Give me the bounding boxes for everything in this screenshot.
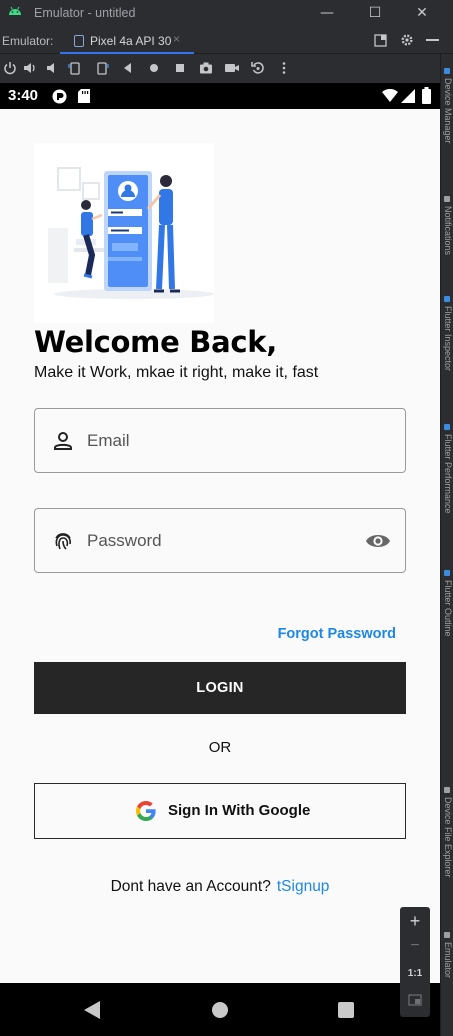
fingerprint-icon [55,533,71,550]
signal-icon [401,89,415,103]
device-manager-icon[interactable] [444,68,450,74]
signup-prompt: Dont have an Account? [110,878,271,895]
welcome-subtitle: Make it Work, mkae it right, make it, fa… [34,364,319,381]
side-label-flutter-performance[interactable]: Flutter Performance [443,434,453,514]
gear-icon[interactable] [400,33,414,47]
side-label-emulator[interactable]: Emulator [443,942,453,978]
signup-link[interactable]: tSignup [277,878,330,895]
side-tool-strip: Device Manager Notifications Flutter Ins… [440,54,453,1036]
status-bar: 3:40 [0,83,440,109]
record-icon[interactable] [224,60,240,76]
zoom-fit-icon[interactable] [408,994,422,1006]
signup-row: Dont have an Account? tSignup [0,878,440,896]
side-label-flutter-inspector[interactable]: Flutter Inspector [443,306,453,371]
side-label-notifications[interactable]: Notifications [443,206,453,255]
rotate-left-icon[interactable] [67,60,83,76]
rotate-right-icon[interactable] [94,60,110,76]
navigation-bar [0,983,440,1036]
android-icon [9,6,21,15]
wifi-icon [382,89,398,102]
tab-close-icon[interactable]: × [173,32,180,46]
google-icon [136,801,156,821]
maximize-button[interactable]: ☐ [364,4,386,22]
zoom-in-button[interactable]: + [400,911,430,932]
volume-down-icon[interactable] [44,60,60,76]
email-input[interactable] [87,423,357,459]
reset-icon[interactable] [250,60,266,76]
back-icon[interactable] [120,60,136,76]
visibility-toggle-icon[interactable] [365,530,391,552]
app-screen: Welcome Back, Make it Work, mkae it righ… [0,109,440,983]
window-title: Emulator - untitled [34,6,136,20]
side-label-device-file-explorer[interactable]: Device File Explorer [443,797,453,878]
nav-overview-icon[interactable] [338,1002,354,1018]
zoom-panel: + − 1:1 [400,907,430,1017]
home-icon[interactable] [146,60,162,76]
emulator-toolbar [0,55,453,82]
volume-up-icon[interactable] [22,60,38,76]
notifications-icon[interactable] [444,196,450,202]
or-divider: OR [208,739,232,756]
emulator-tab-row: Emulator: Pixel 4a API 30 × [0,28,453,54]
password-input[interactable] [87,523,357,559]
emulator-label: Emulator: [2,34,54,48]
device-icon [74,35,84,47]
close-button[interactable]: ✕ [411,4,433,22]
google-signin-button[interactable]: Sign In With Google [34,783,406,839]
welcome-heading: Welcome Back, [34,325,277,359]
minimize-icon[interactable] [426,39,439,42]
battery-icon [422,87,431,104]
login-illustration [34,143,214,323]
more-icon[interactable] [276,60,292,76]
sd-card-icon [78,89,90,103]
camera-icon[interactable] [198,60,214,76]
side-label-device-manager[interactable]: Device Manager [443,78,453,144]
login-button[interactable]: LOGIN [34,662,406,714]
google-button-label: Sign In With Google [168,802,311,819]
flutter-performance-icon[interactable] [444,424,450,430]
forgot-password-link[interactable]: Forgot Password [278,626,396,642]
app-notification-icon [52,89,67,104]
flutter-outline-icon[interactable] [444,570,450,576]
device-file-explorer-icon[interactable] [444,787,450,793]
overview-icon[interactable] [172,60,188,76]
password-field[interactable] [34,508,406,573]
tab-pixel-4a[interactable]: Pixel 4a API 30 × [60,28,194,54]
title-bar: Emulator - untitled — ☐ ✕ [0,0,453,28]
status-time: 3:40 [8,87,39,104]
emulator-side-icon[interactable] [444,932,450,938]
tab-label: Pixel 4a API 30 [90,34,172,48]
side-label-flutter-outline[interactable]: Flutter Outline [443,580,453,637]
nav-back-icon[interactable] [84,1001,100,1019]
nav-home-icon[interactable] [212,1002,228,1018]
power-icon[interactable] [2,60,18,76]
person-icon [54,432,72,450]
minimize-button[interactable]: — [316,4,338,22]
flutter-inspector-icon[interactable] [444,296,450,302]
zoom-one-to-one-button[interactable]: 1:1 [400,968,430,979]
layout-icon[interactable] [374,34,387,47]
zoom-out-button[interactable]: − [400,937,430,955]
email-field[interactable] [34,408,406,473]
